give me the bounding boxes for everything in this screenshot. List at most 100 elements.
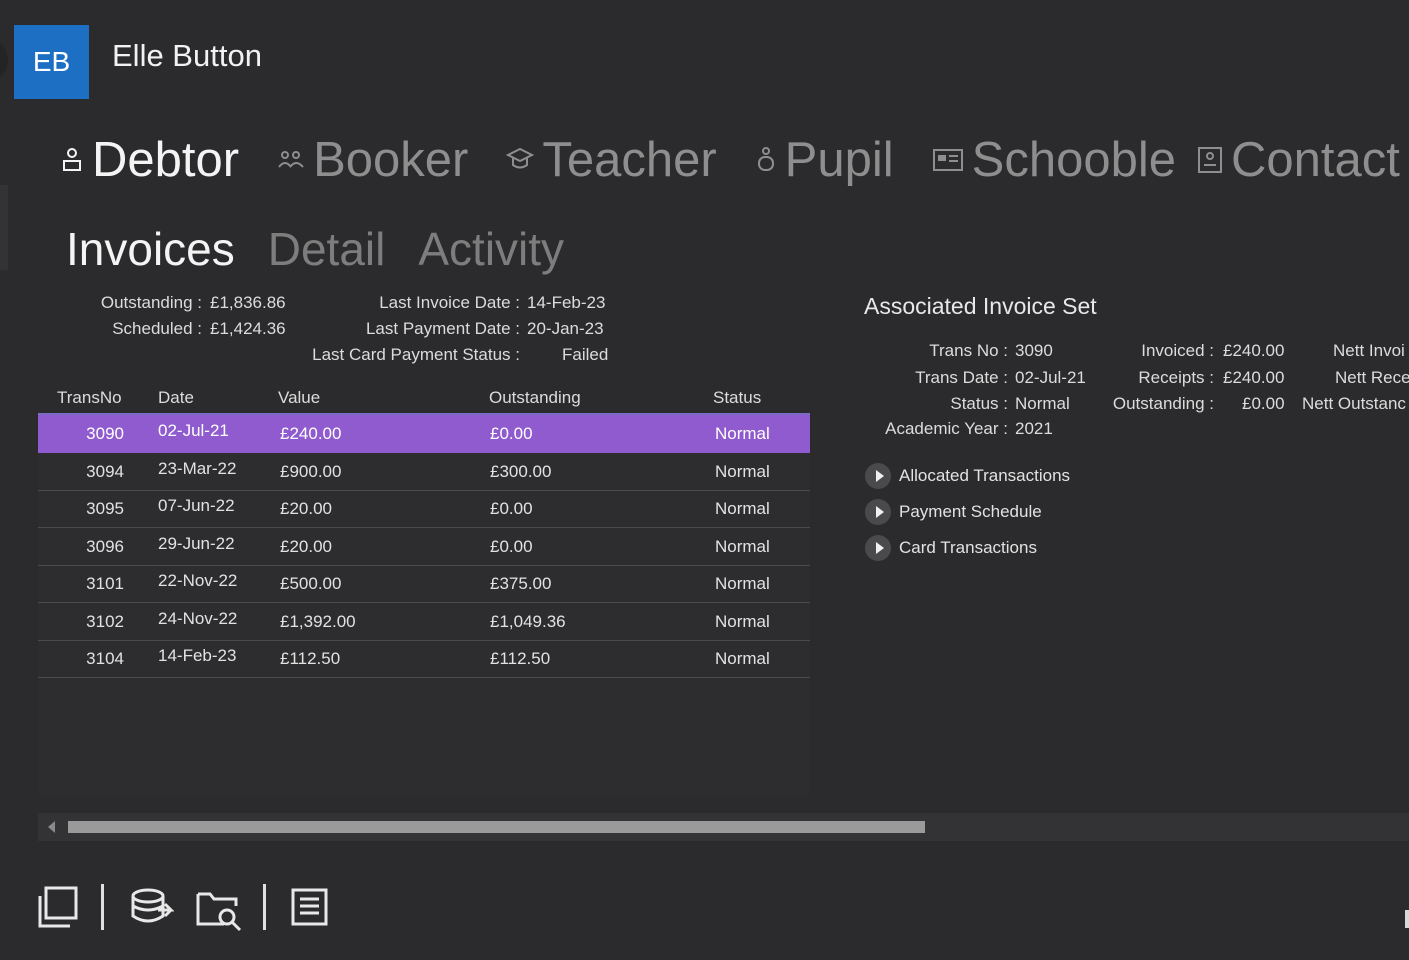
invoiced-value: £240.00 bbox=[1223, 341, 1285, 360]
table-row[interactable]: 3090 02-Jul-21 £240.00 £0.00 Normal bbox=[38, 415, 810, 453]
tab-label: Debtor bbox=[92, 133, 240, 187]
scrollbar-thumb[interactable] bbox=[68, 821, 925, 833]
receipts-label: Receipts : bbox=[1138, 368, 1214, 387]
academic-year-value: 2021 bbox=[1015, 419, 1053, 438]
table-header: TransNo Date Value Outstanding Status bbox=[38, 380, 810, 414]
payment-schedule-expander[interactable]: Payment Schedule bbox=[865, 499, 1042, 525]
tab-label: Schooble bbox=[971, 133, 1176, 187]
group-icon bbox=[278, 151, 304, 168]
cell-value: £500.00 bbox=[280, 574, 342, 593]
avatar: EB bbox=[14, 25, 89, 99]
cell-transno: 3096 bbox=[86, 537, 124, 556]
cell-transno: 3094 bbox=[86, 462, 124, 481]
column-header-date[interactable]: Date bbox=[158, 388, 194, 408]
resize-grip[interactable] bbox=[1405, 910, 1409, 928]
tab-activity[interactable]: Activity bbox=[418, 218, 564, 280]
column-header-outstanding[interactable]: Outstanding bbox=[489, 388, 581, 408]
status-label: Status : bbox=[950, 394, 1008, 413]
sub-tab-bar: Invoices Detail Activity bbox=[66, 218, 597, 280]
last-invoice-date-label: Last Invoice Date : bbox=[379, 293, 520, 312]
cell-date: 22-Nov-22 bbox=[158, 571, 238, 590]
tab-label: Pupil bbox=[784, 133, 894, 187]
cell-status: Normal bbox=[715, 499, 770, 518]
cell-date: 23-Mar-22 bbox=[158, 459, 237, 478]
folder-search-icon[interactable] bbox=[194, 884, 244, 932]
card-transactions-expander[interactable]: Card Transactions bbox=[865, 535, 1037, 561]
pupil-icon bbox=[757, 147, 774, 171]
contact-card-icon bbox=[1198, 147, 1222, 173]
trans-no-value: 3090 bbox=[1015, 341, 1053, 360]
table-row[interactable]: 3101 22-Nov-22 £500.00 £375.00 Normal bbox=[38, 565, 810, 603]
cell-outstanding: £0.00 bbox=[490, 499, 533, 518]
table-row[interactable]: 3096 29-Jun-22 £20.00 £0.00 Normal bbox=[38, 528, 810, 566]
tab-invoices[interactable]: Invoices bbox=[66, 218, 235, 280]
set-outstanding-label: Outstanding : bbox=[1112, 394, 1214, 413]
graduation-cap-icon bbox=[506, 147, 535, 169]
expander-label: Card Transactions bbox=[899, 538, 1037, 557]
receipts-value: £240.00 bbox=[1223, 368, 1285, 387]
scroll-left-arrow-icon[interactable] bbox=[48, 821, 55, 833]
cell-outstanding: £300.00 bbox=[490, 462, 552, 481]
cell-outstanding: £1,049.36 bbox=[490, 612, 566, 631]
cell-status: Normal bbox=[715, 574, 770, 593]
horizontal-scrollbar[interactable] bbox=[38, 813, 1409, 841]
cell-outstanding: £112.50 bbox=[490, 649, 551, 668]
column-header-value[interactable]: Value bbox=[278, 388, 320, 408]
cell-transno: 3090 bbox=[86, 424, 124, 443]
cell-status: Normal bbox=[715, 612, 770, 631]
outstanding-value: £1,836.86 bbox=[210, 293, 286, 312]
invoice-table: TransNo Date Value Outstanding Status 30… bbox=[38, 380, 810, 795]
column-header-status[interactable]: Status bbox=[713, 388, 761, 408]
tab-label: Contact bbox=[1231, 133, 1400, 187]
id-card-icon bbox=[932, 149, 963, 171]
cell-transno: 3102 bbox=[86, 612, 124, 631]
invoiced-label: Invoiced : bbox=[1141, 341, 1214, 360]
toolbar-separator bbox=[263, 884, 266, 930]
expander-label: Payment Schedule bbox=[899, 502, 1042, 521]
tab-label: Booker bbox=[313, 133, 469, 187]
tab-booker[interactable]: Booker bbox=[277, 128, 468, 192]
column-header-transno[interactable]: TransNo bbox=[57, 388, 122, 408]
cell-value: £1,392.00 bbox=[280, 612, 356, 631]
main-tab-bar: Debtor Booker Teacher Pupil Schooble Con… bbox=[60, 128, 1400, 192]
table-row[interactable]: 3094 23-Mar-22 £900.00 £300.00 Normal bbox=[38, 453, 810, 491]
cell-value: £20.00 bbox=[280, 499, 332, 518]
table-row[interactable]: 3104 14-Feb-23 £112.50 £112.50 Normal bbox=[38, 640, 810, 678]
cell-date: 29-Jun-22 bbox=[158, 534, 235, 553]
expand-arrow-icon[interactable] bbox=[865, 499, 891, 525]
tab-label: Teacher bbox=[542, 133, 717, 187]
invoice-set-title: Associated Invoice Set bbox=[864, 293, 1097, 319]
report-icon[interactable] bbox=[290, 884, 330, 930]
cell-value: £112.50 bbox=[280, 649, 341, 668]
trans-date-label: Trans Date : bbox=[915, 368, 1008, 387]
set-outstanding-value: £0.00 bbox=[1242, 394, 1285, 413]
table-row[interactable]: 3095 07-Jun-22 £20.00 £0.00 Normal bbox=[38, 490, 810, 528]
expand-arrow-icon[interactable] bbox=[865, 463, 891, 489]
tab-detail[interactable]: Detail bbox=[268, 218, 386, 280]
cell-transno: 3095 bbox=[86, 499, 124, 518]
expand-arrow-icon[interactable] bbox=[865, 535, 891, 561]
window-edge-decoration bbox=[0, 38, 8, 82]
cell-status: Normal bbox=[715, 649, 770, 668]
toolbar-separator bbox=[101, 884, 104, 930]
table-row[interactable]: 3102 24-Nov-22 £1,392.00 £1,049.36 Norma… bbox=[38, 603, 810, 641]
cell-value: £900.00 bbox=[280, 462, 342, 481]
cell-transno: 3104 bbox=[86, 649, 124, 668]
nett-receipts-label: Nett Rece bbox=[1335, 368, 1409, 387]
tab-debtor[interactable]: Debtor bbox=[60, 128, 239, 192]
debtor-summary: Outstanding : £1,836.86 Scheduled : £1,4… bbox=[0, 293, 620, 373]
outstanding-label: Outstanding : bbox=[100, 293, 202, 312]
tab-pupil[interactable]: Pupil bbox=[755, 128, 894, 192]
side-panel-edge bbox=[0, 185, 8, 270]
database-sync-icon[interactable] bbox=[128, 884, 174, 930]
expander-label: Allocated Transactions bbox=[899, 466, 1071, 485]
new-window-icon[interactable] bbox=[36, 884, 80, 930]
scheduled-value: £1,424.36 bbox=[210, 319, 286, 338]
academic-year-label: Academic Year : bbox=[885, 419, 1008, 438]
tab-teacher[interactable]: Teacher bbox=[506, 128, 717, 192]
tab-contact[interactable]: Contact bbox=[1197, 128, 1400, 192]
last-card-status-label: Last Card Payment Status : bbox=[312, 345, 520, 364]
allocated-transactions-expander[interactable]: Allocated Transactions bbox=[865, 463, 1070, 489]
tab-schooble[interactable]: Schooble bbox=[932, 128, 1176, 192]
cell-date: 14-Feb-23 bbox=[158, 646, 237, 665]
